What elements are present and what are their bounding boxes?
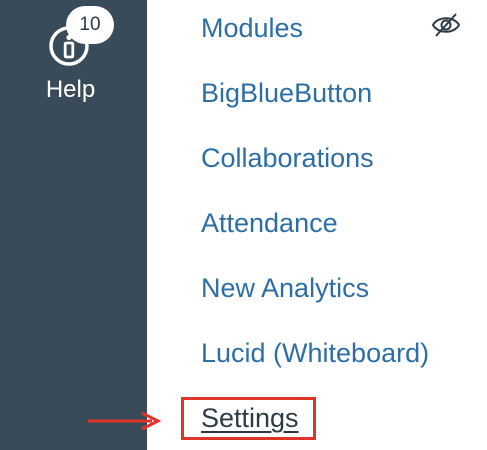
help-nav-item[interactable]: Help 10 (0, 0, 147, 120)
eye-slash-icon (431, 13, 461, 37)
course-nav-bigbluebutton[interactable]: BigBlueButton (201, 73, 372, 113)
notification-badge: 10 (66, 6, 114, 44)
course-nav-lucid-whiteboard[interactable]: Lucid (Whiteboard) (201, 333, 429, 373)
course-nav-collaborations[interactable]: Collaborations (201, 138, 374, 178)
global-nav: Help 10 (0, 0, 147, 450)
settings-highlight-box (181, 397, 316, 440)
course-nav-new-analytics[interactable]: New Analytics (201, 268, 369, 308)
pointer-arrow-icon (88, 411, 162, 431)
course-navigation: Modules BigBlueButton Collaborations Att… (147, 0, 487, 450)
help-label: Help (45, 76, 96, 103)
course-nav-modules[interactable]: Modules (201, 8, 303, 48)
course-nav-attendance[interactable]: Attendance (201, 203, 338, 243)
